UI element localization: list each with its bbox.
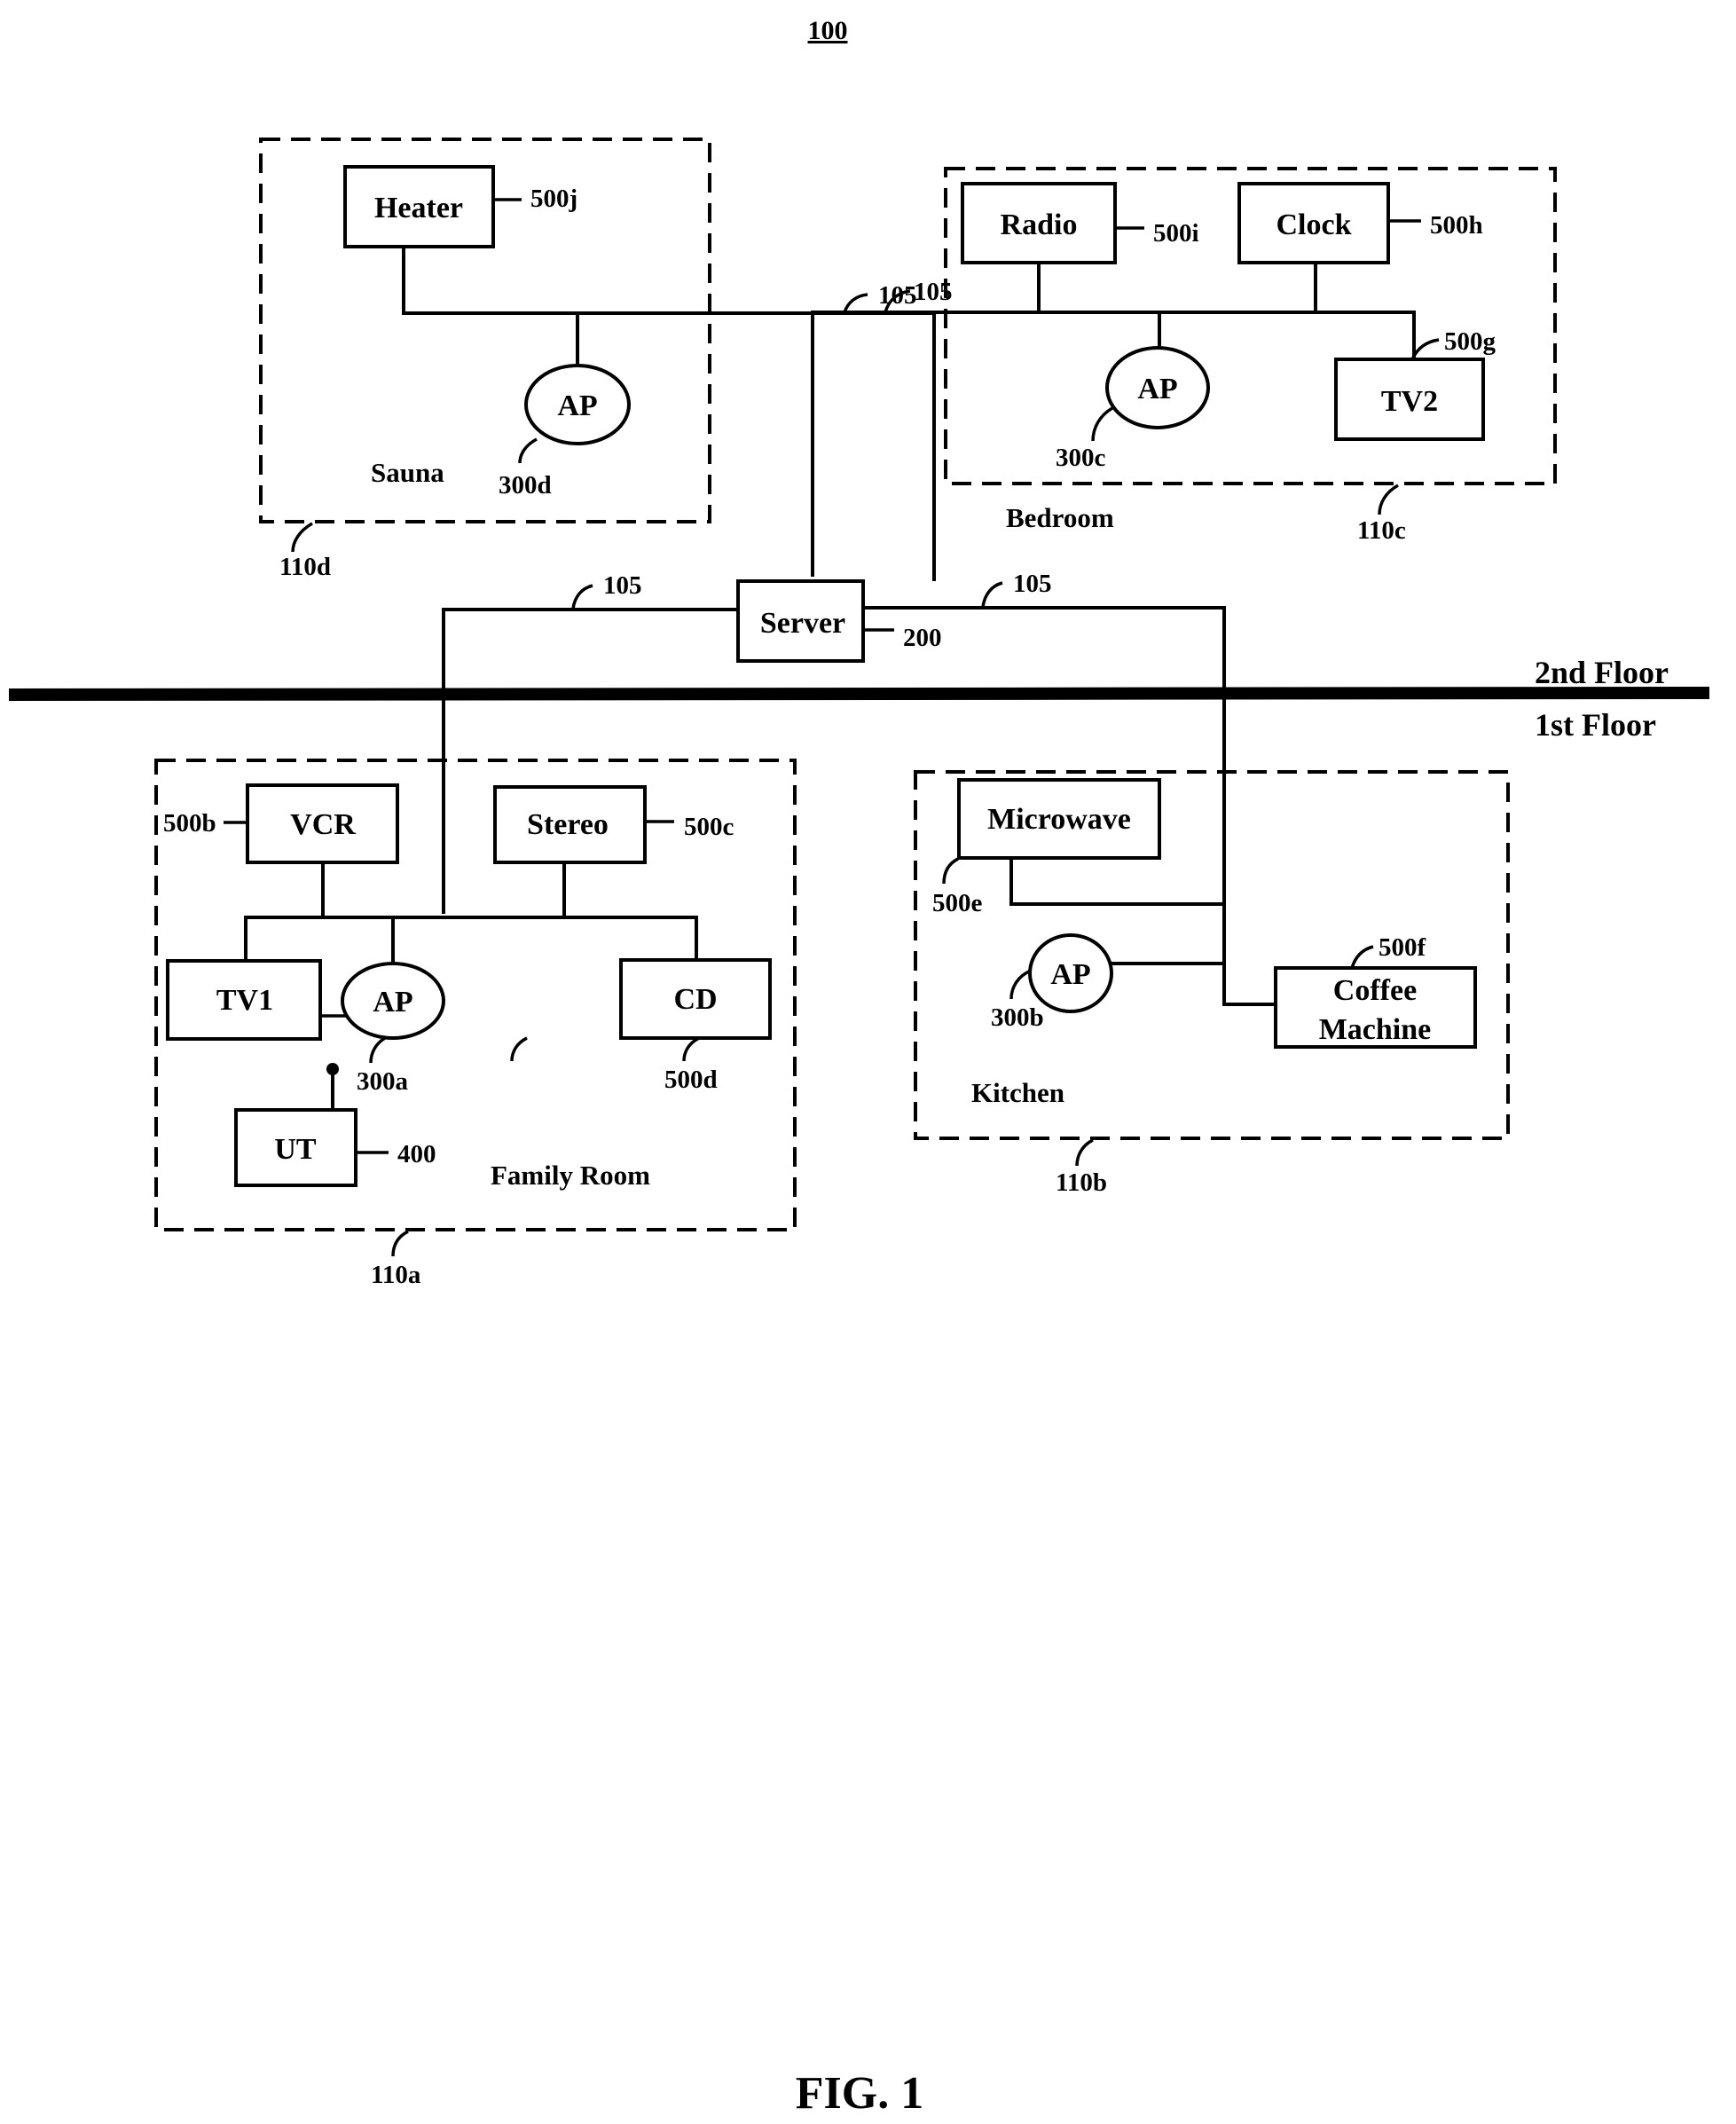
device-clock-label: Clock (1276, 208, 1352, 241)
ref-leader (843, 293, 868, 313)
device-tv1-label: TV1 (216, 984, 273, 1017)
figure-caption: FIG. 1 (796, 2068, 923, 2119)
room-name-sauna: Sauna (371, 457, 444, 488)
ref-leader (981, 581, 1003, 608)
ref-leader (1410, 338, 1440, 360)
ref-leader (942, 857, 959, 885)
ref-110b: 110b (1056, 1168, 1107, 1197)
user-terminal-label: UT (274, 1133, 317, 1166)
ref-leader (518, 437, 538, 464)
ref-leader (510, 1036, 528, 1062)
ref-400: 400 (397, 1140, 436, 1168)
ref-leader (1378, 484, 1399, 515)
ref-leader (571, 584, 593, 610)
ref-leader (1350, 945, 1374, 969)
access-point-label: AP (557, 389, 597, 422)
ref-leader (1075, 1138, 1094, 1167)
ref-leader (291, 522, 313, 553)
room-name-bedroom: Bedroom (1006, 502, 1114, 533)
device-coffee-machine-label-line2: Machine (1319, 1013, 1432, 1046)
ref-200: 200 (903, 624, 942, 652)
ref-leader (682, 1036, 700, 1062)
floor-label-1st: 1st Floor (1535, 707, 1656, 743)
room-sauna: Heater 500j AP 300d Sauna 110d (259, 138, 934, 581)
room-name-kitchen: Kitchen (971, 1077, 1064, 1108)
device-heater-label: Heater (374, 192, 463, 224)
sauna-bus (402, 247, 934, 315)
ref-300a: 300a (357, 1067, 409, 1096)
ref-500f: 500f (1379, 933, 1426, 962)
ref-leader (391, 1230, 409, 1257)
access-point-label: AP (1137, 373, 1177, 405)
ref-110a: 110a (371, 1261, 421, 1289)
ref-105-kitchen-link: 105 (1013, 570, 1052, 598)
ref-leader (1009, 969, 1032, 1000)
device-radio-label: Radio (1001, 208, 1078, 241)
room-name-family-room: Family Room (491, 1160, 650, 1191)
ref-300d: 300d (499, 471, 552, 500)
ref-300c: 300c (1056, 444, 1106, 472)
ref-105-sauna-link: 105 (914, 278, 953, 306)
ref-500j: 500j (530, 185, 577, 213)
room-bedroom: Radio 500i Clock 500h AP 300c TV2 500g B… (811, 167, 1557, 577)
ref-500d: 500d (664, 1066, 718, 1094)
microwave-link (1009, 858, 1224, 906)
device-microwave-label: Microwave (987, 803, 1131, 836)
floor-label-2nd: 2nd Floor (1535, 655, 1669, 690)
bedroom-bus (811, 311, 1416, 577)
ref-105-bedroom-link: 105 (878, 281, 917, 310)
family-room-bus (244, 916, 698, 961)
ref-300b: 300b (991, 1003, 1044, 1032)
antenna-icon (326, 1063, 339, 1075)
figure-number: 100 (808, 16, 848, 45)
ref-110d: 110d (279, 553, 331, 581)
access-point-label: AP (373, 986, 412, 1019)
device-coffee-machine-label-line1: Coffee (1333, 974, 1417, 1007)
ref-leader (369, 1036, 386, 1064)
ref-500i: 500i (1153, 219, 1199, 248)
ref-500g: 500g (1444, 327, 1496, 356)
ref-105-family-link: 105 (603, 571, 642, 600)
device-cd-label: CD (673, 983, 717, 1016)
ref-110c: 110c (1357, 516, 1406, 545)
device-tv2-label: TV2 (1381, 385, 1438, 418)
server-label: Server (760, 607, 845, 640)
ref-leader (1091, 406, 1113, 442)
ref-500e: 500e (932, 889, 983, 917)
home-network-diagram: 100 2nd Floor 1st Floor Heater 500j AP 3… (8, 16, 1710, 2119)
room-kitchen: Microwave 500e AP 300b Coffee Machine 50… (914, 770, 1510, 1197)
ref-500b: 500b (163, 809, 216, 838)
device-vcr-label: VCR (290, 808, 356, 841)
floor-divider-line (8, 687, 1710, 701)
coffee-link (1222, 1003, 1279, 1006)
room-family-room: VCR 500b Stereo 500c TV1 500a AP 300a CD… (154, 759, 797, 1289)
device-stereo-label: Stereo (527, 808, 609, 841)
ref-500h: 500h (1430, 211, 1483, 240)
access-point-label: AP (1050, 958, 1090, 991)
ref-500c: 500c (684, 813, 734, 841)
